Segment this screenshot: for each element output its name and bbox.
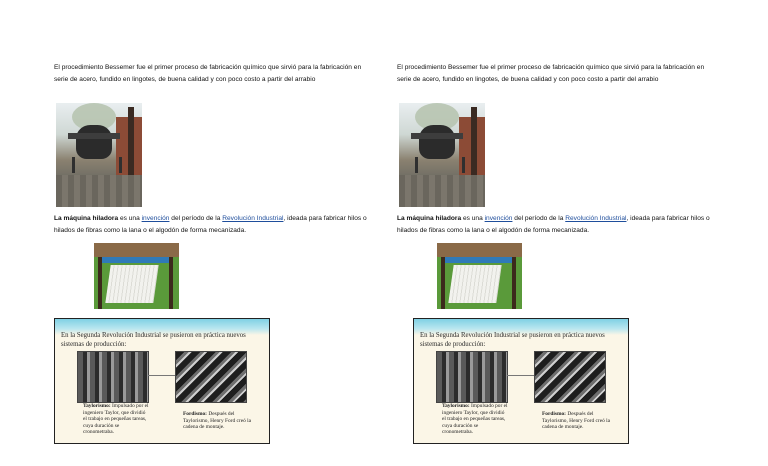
text-run: es una bbox=[461, 215, 485, 222]
fordism-assembly-photo bbox=[534, 351, 606, 403]
invencion-link[interactable]: invención bbox=[142, 215, 170, 222]
fordism-heading: Fordismo: bbox=[183, 411, 207, 417]
spinning-machine-image[interactable] bbox=[437, 243, 522, 309]
slide-title: En la Segunda Revolución Industrial se p… bbox=[420, 332, 605, 348]
bessemer-paragraph: El procedimiento Bessemer fue el primer … bbox=[54, 64, 362, 83]
slide-connector-line bbox=[148, 375, 175, 376]
taylorism-factory-photo bbox=[77, 351, 149, 403]
spinning-machine-paragraph: La máquina hiladora es una invención del… bbox=[397, 213, 717, 237]
spinning-machine-term: La máquina hiladora bbox=[397, 215, 462, 222]
bessemer-paragraph: El procedimiento Bessemer fue el primer … bbox=[397, 64, 705, 83]
revolucion-industrial-link[interactable]: Revolución Industrial bbox=[565, 215, 626, 222]
fordism-caption: Fordismo: Después del Taylorismo, Henry … bbox=[542, 411, 612, 431]
taylorism-heading: Taylorismo: bbox=[442, 403, 470, 409]
revolucion-industrial-link[interactable]: Revolución Industrial bbox=[222, 215, 283, 222]
taylorism-fordism-slide[interactable]: En la Segunda Revolución Industrial se p… bbox=[413, 318, 629, 444]
taylorism-heading: Taylorismo: bbox=[83, 403, 111, 409]
document-left: El procedimiento Bessemer fue el primer … bbox=[54, 0, 384, 466]
taylorism-fordism-slide[interactable]: En la Segunda Revolución Industrial se p… bbox=[54, 318, 270, 444]
bessemer-converter-image[interactable] bbox=[399, 103, 485, 207]
slide-title: En la Segunda Revolución Industrial se p… bbox=[61, 332, 246, 348]
slide-connector-line bbox=[507, 375, 534, 376]
text-run: es una bbox=[118, 215, 142, 222]
invencion-link[interactable]: invención bbox=[485, 215, 513, 222]
spinning-machine-image[interactable] bbox=[94, 243, 179, 309]
text-run: del período de la bbox=[512, 215, 566, 222]
document-right: El procedimiento Bessemer fue el primer … bbox=[397, 0, 727, 466]
fordism-assembly-photo bbox=[175, 351, 247, 403]
text-run: del período de la bbox=[169, 215, 223, 222]
taylorism-caption: Taylorismo: Impulsado por el ingeniero T… bbox=[442, 403, 508, 436]
taylorism-factory-photo bbox=[436, 351, 508, 403]
taylorism-caption: Taylorismo: Impulsado por el ingeniero T… bbox=[83, 403, 149, 436]
bessemer-converter-image[interactable] bbox=[56, 103, 142, 207]
fordism-caption: Fordismo: Después del Taylorismo, Henry … bbox=[183, 411, 253, 431]
spinning-machine-term: La máquina hiladora bbox=[54, 215, 119, 222]
spinning-machine-paragraph: La máquina hiladora es una invención del… bbox=[54, 213, 374, 237]
fordism-heading: Fordismo: bbox=[542, 411, 566, 417]
